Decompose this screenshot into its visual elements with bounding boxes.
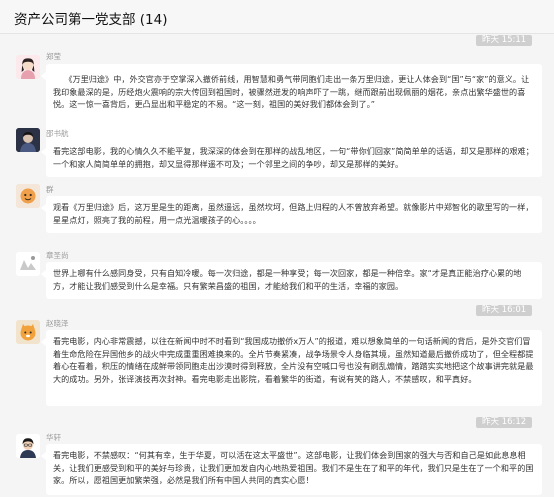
message-bubble[interactable]: 世界上哪有什么感同身受，只有自知冷暖。每一次归途，都是一种享受；每一次回家，都是… (41, 262, 542, 299)
message-bubble[interactable]: 看完电影，不禁感叹：“何其有幸，生于华夏，可以活在这太平盛世”。这部电影，让我们… (41, 444, 542, 495)
user-avatar-icon (16, 252, 40, 276)
user-avatar-icon (16, 55, 40, 79)
chat-header: 资产公司第一党支部 (14) (0, 0, 554, 34)
sender-name: 郑莹 (46, 52, 61, 61)
message-timestamp: 昨天 16:12 (476, 417, 533, 428)
message-text: 看完这部电影，我的心情久久不能平复，我深深的体会到在那样的战乱地区，一句“带你们… (53, 146, 534, 169)
message-text: 看完电影，不禁感叹：“何其有幸，生于华夏，可以活在这太平盛世”。这部电影，让我们… (53, 450, 534, 486)
sender-name: 群 (46, 185, 54, 194)
avatar[interactable] (16, 320, 40, 344)
chat-title: 资产公司第一党支部 (14) (14, 12, 168, 28)
message-bubble[interactable]: 观看《万里归途》后，这万里是生的距离，虽然遥远，虽然坎坷，但路上归程的人不曾放弃… (41, 196, 542, 233)
sender-name: 章圣尚 (46, 251, 69, 260)
message-text: 《万里归途》中，外交官亦于空掌深入撤侨前线，用智慧和勇气带同胞们走出一条万里归途… (53, 74, 530, 110)
user-avatar-icon (16, 320, 40, 344)
message-timestamp: 昨天 16:01 (476, 305, 533, 316)
avatar[interactable] (16, 55, 40, 79)
avatar[interactable] (16, 252, 40, 276)
sender-name: 邵书航 (46, 129, 69, 138)
message-bubble[interactable]: 看完电影，内心非常震撼，以往在新闻中时不时看到“我国成功撤侨x万人”的报道，难以… (41, 330, 542, 406)
user-avatar-icon (16, 434, 40, 458)
message-text: 看完电影，内心非常震撼，以往在新闻中时不时看到“我国成功撤侨x万人”的报道，难以… (53, 336, 534, 384)
sender-name: 赵晓泽 (46, 319, 69, 328)
avatar[interactable] (16, 128, 40, 152)
sender-name: 华轩 (46, 433, 61, 442)
message-text: 世界上哪有什么感同身受，只有自知冷暖。每一次归途，都是一种享受；每一次回家，都是… (53, 268, 522, 291)
message-timestamp: 昨天 15:11 (476, 35, 533, 46)
avatar[interactable] (16, 434, 40, 458)
avatar[interactable] (16, 184, 40, 208)
message-text: 观看《万里归途》后，这万里是生的距离，虽然遥远，虽然坎坷，但路上归程的人不曾放弃… (53, 202, 534, 225)
user-avatar-icon (16, 184, 40, 208)
message-list[interactable]: 昨天 15:11 郑莹 《万里归途》中，外交官亦于空掌深入撤侨前线，用智慧和勇气… (0, 34, 554, 497)
message-bubble[interactable]: 看完这部电影，我的心情久久不能平复，我深深的体会到在那样的战乱地区，一句“带你们… (41, 140, 542, 177)
user-avatar-icon (16, 128, 40, 152)
